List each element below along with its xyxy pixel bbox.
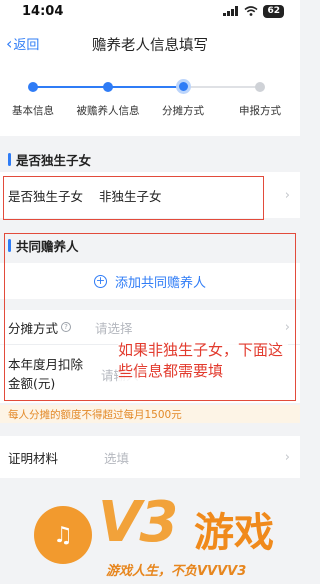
status-bar: 14:04 62 [0, 0, 300, 22]
step-label-4: 申报方式 [239, 105, 281, 117]
step-dot-4 [255, 82, 265, 92]
status-icons: 62 [223, 4, 284, 18]
notice-banner: 每人分摊的额度不得超过每月1500元 [0, 405, 300, 423]
proof-row[interactable]: 证明材料 选填 › [0, 436, 300, 478]
step-remaining-line [183, 86, 259, 88]
section-title: 是否独生子女 [16, 152, 92, 168]
chevron-right-icon: › [284, 449, 290, 465]
back-button[interactable]: ‹ 返回 [6, 34, 39, 53]
back-label: 返回 [13, 38, 40, 53]
signal-icon [223, 6, 239, 16]
step-dot-2 [103, 82, 113, 92]
page-title: 赡养老人信息填写 [92, 37, 208, 54]
chevron-left-icon: ‹ [6, 34, 13, 53]
step-dot-3-current [176, 79, 191, 94]
section-accent-bar [8, 152, 11, 166]
nav-bar: ‹ 返回 赡养老人信息填写 [0, 22, 300, 66]
music-disc-icon: ♫ [34, 506, 92, 564]
watermark-logo: ♫ V3 游戏 游戏人生，不负VVVV3 [8, 488, 300, 584]
step-dot-1 [28, 82, 38, 92]
highlight-box-co-supporters [4, 233, 296, 401]
only-child-section-header: 是否独生子女 [0, 146, 300, 172]
wifi-icon [244, 6, 258, 16]
chevron-right-icon: › [284, 187, 290, 203]
proof-input: 选填 [104, 450, 130, 466]
status-time: 14:04 [22, 3, 64, 19]
highlight-box-only-child [3, 176, 264, 220]
proof-label: 证明材料 [8, 450, 59, 466]
battery-indicator: 62 [263, 4, 284, 18]
watermark-brand: V3 [98, 490, 178, 555]
watermark-brand-cn: 游戏 [194, 510, 274, 556]
watermark-tagline: 游戏人生，不负VVVV3 [106, 564, 247, 579]
step-indicator: 基本信息 被赡养人信息 分摊方式 申报方式 [0, 66, 300, 136]
